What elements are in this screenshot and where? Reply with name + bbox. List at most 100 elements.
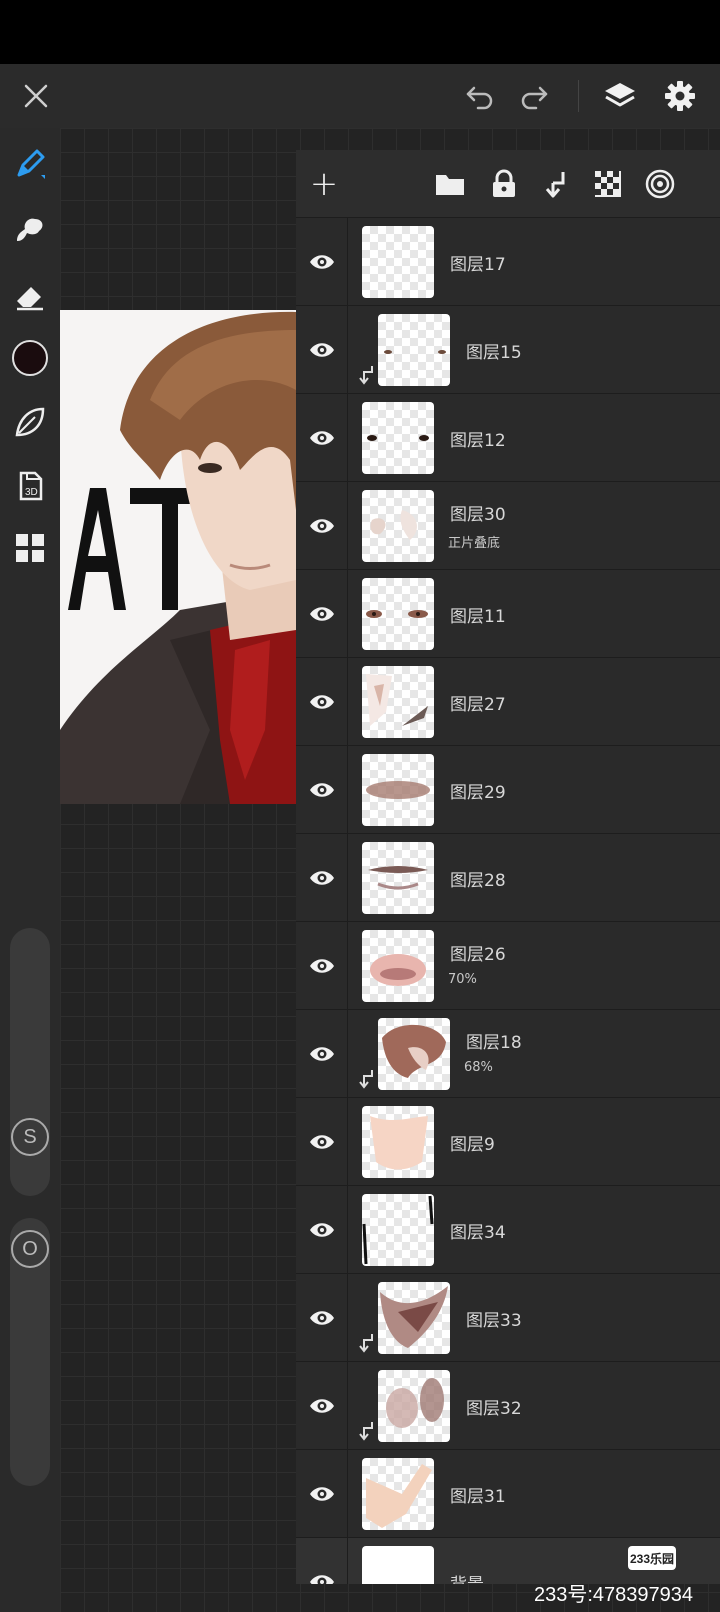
layer-row[interactable]: 图层29: [296, 746, 720, 834]
layer-name: 背景: [450, 1570, 484, 1584]
layer-row[interactable]: 图层18 68%: [296, 1010, 720, 1098]
eraser-icon[interactable]: [10, 276, 50, 316]
layer-thumbnail: [362, 578, 434, 650]
layer-name: 图层27: [450, 695, 506, 715]
layer-blend-info: 70%: [448, 972, 477, 987]
eye-icon[interactable]: [296, 1538, 348, 1584]
smudge-icon[interactable]: [10, 210, 50, 250]
left-toolbar: 3D S O: [0, 128, 60, 1612]
gallery-icon[interactable]: [10, 528, 50, 568]
layer-name: 图层17: [450, 255, 506, 275]
divider: [578, 80, 579, 112]
undo-icon[interactable]: [462, 78, 498, 114]
layer-blend-info: 68%: [464, 1060, 493, 1075]
layer-row[interactable]: 图层17: [296, 218, 720, 306]
eye-icon[interactable]: [296, 394, 348, 482]
eye-icon[interactable]: [296, 834, 348, 922]
layer-thumbnail: [362, 1106, 434, 1178]
layer-thumbnail: [362, 1546, 434, 1584]
layer-thumbnail: [362, 226, 434, 298]
layer-row[interactable]: 图层31: [296, 1450, 720, 1538]
eye-icon[interactable]: [296, 482, 348, 570]
eye-icon[interactable]: [296, 1010, 348, 1098]
eye-icon[interactable]: [296, 922, 348, 1010]
redo-icon[interactable]: [516, 78, 552, 114]
clip-arrow-icon: [358, 1332, 376, 1354]
clip-mask-icon[interactable]: [538, 166, 574, 202]
clip-arrow-icon: [358, 1068, 376, 1090]
layer-thumbnail: [378, 1018, 450, 1090]
layer-thumbnail: [378, 1282, 450, 1354]
opacity-slider-knob[interactable]: O: [11, 1230, 49, 1268]
layer-row[interactable]: 图层11: [296, 570, 720, 658]
eye-icon[interactable]: [296, 218, 348, 306]
layer-name: 图层12: [450, 431, 506, 451]
clip-arrow-icon: [358, 1420, 376, 1442]
layer-row[interactable]: 图层34: [296, 1186, 720, 1274]
layer-row[interactable]: 图层28: [296, 834, 720, 922]
eye-icon[interactable]: [296, 1186, 348, 1274]
layer-row[interactable]: 图层32: [296, 1362, 720, 1450]
layer-blend-info: 正片叠底: [448, 536, 501, 551]
svg-text:3D: 3D: [25, 487, 38, 498]
layer-name: 图层32: [466, 1399, 522, 1419]
leaf-icon[interactable]: [10, 402, 50, 442]
pen-icon[interactable]: [10, 144, 50, 184]
layer-name: 图层29: [450, 783, 506, 803]
eye-icon[interactable]: [296, 1274, 348, 1362]
layer-thumbnail: [362, 490, 434, 562]
layers-panel-header: +: [296, 150, 720, 218]
layer-thumbnail: [378, 314, 450, 386]
layer-row[interactable]: 图层9: [296, 1098, 720, 1186]
layer-name: 图层9: [450, 1135, 495, 1155]
layer-name: 图层34: [450, 1223, 506, 1243]
status-bar: [0, 0, 720, 64]
eye-icon[interactable]: [296, 1098, 348, 1186]
gear-icon[interactable]: [662, 78, 698, 114]
layer-name: 图层30: [450, 505, 506, 525]
layer-thumbnail: [362, 666, 434, 738]
layer-row[interactable]: 图层30 正片叠底: [296, 482, 720, 570]
add-layer-button[interactable]: +: [306, 164, 342, 204]
layer-thumbnail: [362, 1194, 434, 1266]
size-slider-knob[interactable]: S: [11, 1118, 49, 1156]
eye-icon[interactable]: [296, 1450, 348, 1538]
layer-name: 图层33: [466, 1311, 522, 1331]
layer-name: 图层18: [466, 1033, 522, 1053]
artwork-canvas[interactable]: [60, 310, 296, 804]
layer-list: 图层17 图层15 图层12 图层30 正片叠底图层11 图层27 图层29 图层28 图层26…: [296, 218, 720, 1584]
eye-icon[interactable]: [296, 1362, 348, 1450]
layer-name: 图层26: [450, 945, 506, 965]
layer-thumbnail: [362, 402, 434, 474]
layer-row[interactable]: 图层12: [296, 394, 720, 482]
lock-icon[interactable]: [486, 166, 522, 202]
close-icon[interactable]: [18, 78, 54, 114]
clip-arrow-icon: [358, 364, 376, 386]
eye-icon[interactable]: [296, 306, 348, 394]
eye-icon[interactable]: [296, 746, 348, 834]
layer-thumbnail: [362, 842, 434, 914]
layer-thumbnail: [362, 754, 434, 826]
transparency-lock-icon[interactable]: [590, 166, 626, 202]
eye-icon[interactable]: [296, 658, 348, 746]
color-swatch[interactable]: [10, 338, 50, 378]
layer-row[interactable]: 图层33: [296, 1274, 720, 1362]
layers-icon[interactable]: [602, 78, 638, 114]
layer-name: 图层31: [450, 1487, 506, 1507]
layers-panel: + 图层17 图层15 图层12 图层30 正片叠底 图层11 图层27 图层29 图层28 图层…: [296, 150, 720, 1584]
folder-icon[interactable]: [432, 166, 468, 202]
target-icon[interactable]: [642, 166, 678, 202]
layer-row[interactable]: 图层26 70%: [296, 922, 720, 1010]
layer-name: 图层28: [450, 871, 506, 891]
layer-thumbnail: [378, 1370, 450, 1442]
layer-thumbnail: [362, 1458, 434, 1530]
layer-row[interactable]: 图层15: [296, 306, 720, 394]
layer-thumbnail: [362, 930, 434, 1002]
layer-row[interactable]: 图层27: [296, 658, 720, 746]
watermark-logo: 233乐园: [628, 1546, 676, 1570]
layer-name: 图层15: [466, 343, 522, 363]
layer-name: 图层11: [450, 607, 506, 627]
eye-icon[interactable]: [296, 570, 348, 658]
watermark-id: 233号:478397934: [534, 1584, 694, 1606]
3d-icon[interactable]: 3D: [10, 466, 50, 506]
